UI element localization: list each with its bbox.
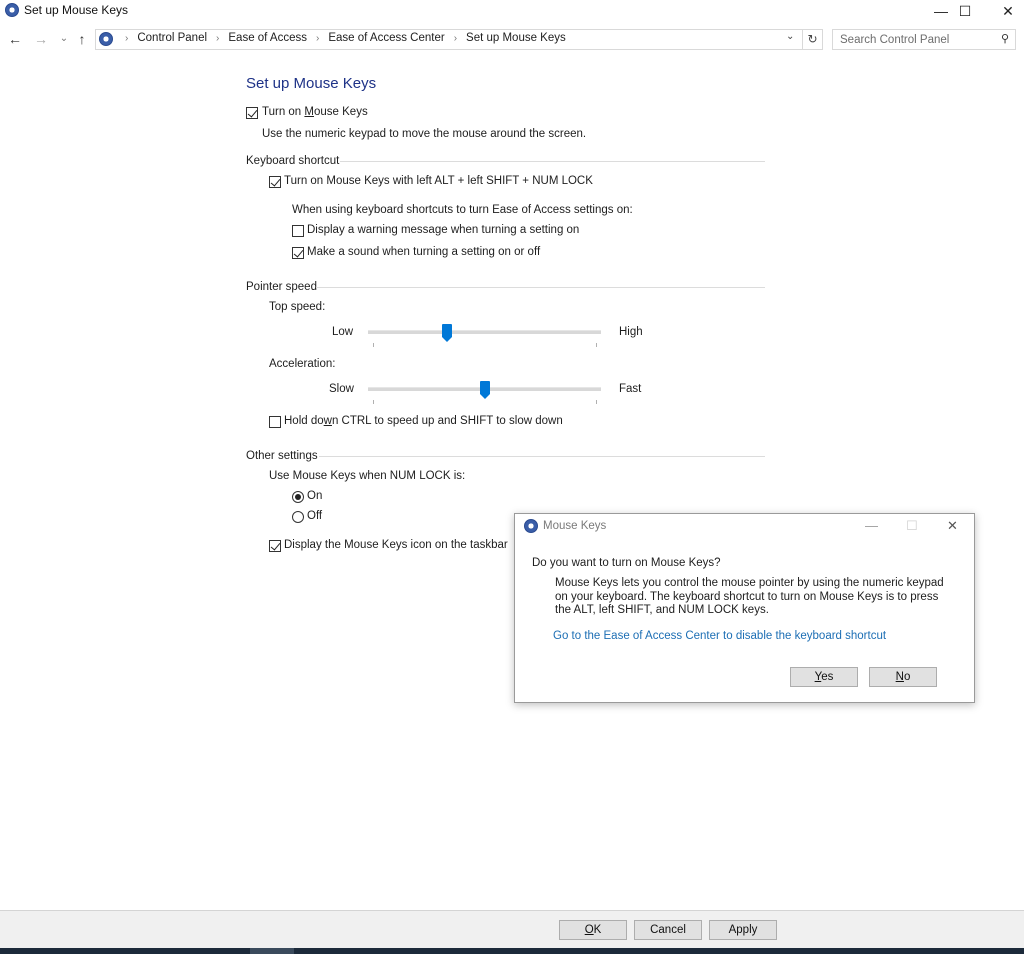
recent-locations-button[interactable]: ⌄	[56, 31, 72, 47]
slider-tick	[596, 400, 597, 404]
window-title: Set up Mouse Keys	[24, 3, 129, 17]
control-panel-icon	[99, 32, 113, 46]
shortcut-subheader: When using keyboard shortcuts to turn Ea…	[292, 204, 633, 216]
back-arrow-icon: ←	[8, 31, 22, 47]
pointer-speed-header: Pointer speed	[246, 281, 317, 293]
dialog-title: Mouse Keys	[543, 520, 607, 532]
divider	[316, 287, 765, 288]
breadcrumb-separator-icon: ›	[453, 32, 458, 44]
taskbar-icon-label[interactable]: Display the Mouse Keys icon on the taskb…	[284, 539, 508, 551]
make-sound-checkbox[interactable]	[292, 247, 304, 259]
search-input[interactable]	[833, 30, 993, 49]
numlock-on-radio[interactable]	[292, 491, 304, 503]
top-speed-slider-track[interactable]	[368, 330, 601, 334]
breadcrumb-ease-of-access-center[interactable]: Ease of Access Center	[328, 32, 444, 44]
access-key: O	[584, 924, 594, 936]
warning-message-checkbox[interactable]	[292, 225, 304, 237]
divider	[319, 456, 765, 457]
up-arrow-icon: ↑	[78, 31, 86, 47]
label-text: n CTRL to speed up and SHIFT to slow dow…	[331, 415, 563, 427]
search-box[interactable]: ⚲	[832, 29, 1016, 50]
ease-of-access-icon	[524, 519, 538, 533]
ctrl-shift-speed-label[interactable]: Hold down CTRL to speed up and SHIFT to …	[284, 415, 563, 427]
label-text: ouse Keys	[314, 106, 368, 118]
button-text: es	[821, 671, 834, 683]
maximize-button[interactable]: ☐	[942, 0, 988, 22]
footer-bar: OK Cancel Apply	[0, 910, 1024, 948]
slider-tick	[373, 400, 374, 404]
forward-arrow-icon: →	[34, 31, 48, 47]
dialog-body: Mouse Keys lets you control the mouse po…	[555, 577, 944, 616]
refresh-button[interactable]: ↻	[803, 29, 823, 50]
numlock-on-label[interactable]: On	[307, 490, 322, 502]
top-speed-high-label: High	[619, 326, 643, 338]
search-icon[interactable]: ⚲	[1001, 32, 1009, 45]
ease-of-access-icon	[5, 3, 19, 17]
numlock-off-label[interactable]: Off	[307, 510, 322, 522]
taskbar-active-item[interactable]	[250, 948, 294, 954]
keyboard-shortcut-header: Keyboard shortcut	[246, 155, 340, 167]
numlock-off-radio[interactable]	[292, 511, 304, 523]
breadcrumb-separator-icon: ›	[216, 32, 220, 44]
access-key: N	[895, 671, 904, 683]
breadcrumb-separator-icon: ›	[316, 32, 320, 44]
taskbar	[0, 948, 1024, 954]
apply-button[interactable]: Apply	[709, 920, 777, 940]
warning-message-label[interactable]: Display a warning message when turning a…	[307, 224, 579, 236]
address-bar[interactable]: › Control Panel › Ease of Access › Ease …	[95, 29, 803, 50]
breadcrumb-separator-icon: ›	[125, 32, 129, 44]
acceleration-slider-thumb[interactable]	[479, 381, 490, 399]
ok-button[interactable]: OK	[559, 920, 627, 940]
title-bar: Set up Mouse Keys — ☐ ✕	[0, 0, 1024, 22]
dialog-minimize-icon[interactable]: —	[865, 518, 878, 533]
turn-on-mouse-keys-label[interactable]: Turn on Mouse Keys	[262, 106, 368, 118]
back-button[interactable]: ←	[7, 31, 23, 47]
up-button[interactable]: ↑	[74, 31, 90, 47]
top-speed-low-label: Low	[332, 326, 354, 338]
make-sound-label[interactable]: Make a sound when turning a setting on o…	[307, 246, 540, 258]
breadcrumb-control-panel[interactable]: Control Panel	[137, 32, 207, 44]
close-icon: ✕	[1002, 2, 1014, 19]
top-speed-slider-thumb[interactable]	[441, 324, 452, 342]
access-key: M	[304, 106, 314, 118]
refresh-icon: ↻	[807, 32, 818, 46]
close-button[interactable]: ✕	[985, 0, 1024, 22]
yes-button[interactable]: Yes	[790, 667, 858, 687]
dialog-question: Do you want to turn on Mouse Keys?	[532, 557, 721, 569]
button-text: o	[903, 671, 911, 683]
top-speed-label: Top speed:	[269, 301, 326, 313]
slider-tick	[596, 343, 597, 347]
other-settings-header: Other settings	[246, 450, 318, 462]
shortcut-checkbox[interactable]	[269, 176, 281, 188]
dialog-close-icon[interactable]: ✕	[947, 518, 958, 534]
breadcrumb: › Control Panel › Ease of Access › Ease …	[116, 32, 566, 44]
ctrl-shift-speed-checkbox[interactable]	[269, 416, 281, 428]
turn-on-description: Use the numeric keypad to move the mouse…	[262, 128, 587, 140]
acceleration-label: Acceleration:	[269, 358, 336, 370]
numlock-label: Use Mouse Keys when NUM LOCK is:	[269, 470, 466, 482]
acceleration-slow-label: Slow	[329, 383, 354, 395]
breadcrumb-ease-of-access[interactable]: Ease of Access	[228, 32, 307, 44]
taskbar-icon-checkbox[interactable]	[269, 540, 281, 552]
ease-of-access-center-link[interactable]: Go to the Ease of Access Center to disab…	[553, 630, 886, 642]
forward-button[interactable]: →	[33, 31, 49, 47]
slider-tick	[373, 343, 374, 347]
access-key: w	[323, 415, 332, 427]
address-dropdown-icon[interactable]: ⌄	[786, 31, 794, 42]
maximize-icon: ☐	[958, 2, 972, 19]
acceleration-fast-label: Fast	[619, 383, 642, 395]
divider	[340, 161, 765, 162]
cancel-button[interactable]: Cancel	[634, 920, 702, 940]
label-text: Hold do	[284, 415, 324, 427]
button-text: K	[593, 924, 602, 936]
label-text: Turn on	[262, 106, 305, 118]
page-title: Set up Mouse Keys	[246, 75, 377, 92]
chevron-down-icon: ⌄	[59, 33, 69, 44]
breadcrumb-set-up-mouse-keys[interactable]: Set up Mouse Keys	[466, 32, 566, 44]
turn-on-mouse-keys-checkbox[interactable]	[246, 107, 258, 119]
mouse-keys-dialog: Mouse Keys — ☐ ✕ Do you want to turn on …	[514, 513, 975, 703]
shortcut-label[interactable]: Turn on Mouse Keys with left ALT + left …	[284, 175, 593, 187]
dialog-maximize-icon: ☐	[906, 518, 918, 533]
no-button[interactable]: No	[869, 667, 937, 687]
